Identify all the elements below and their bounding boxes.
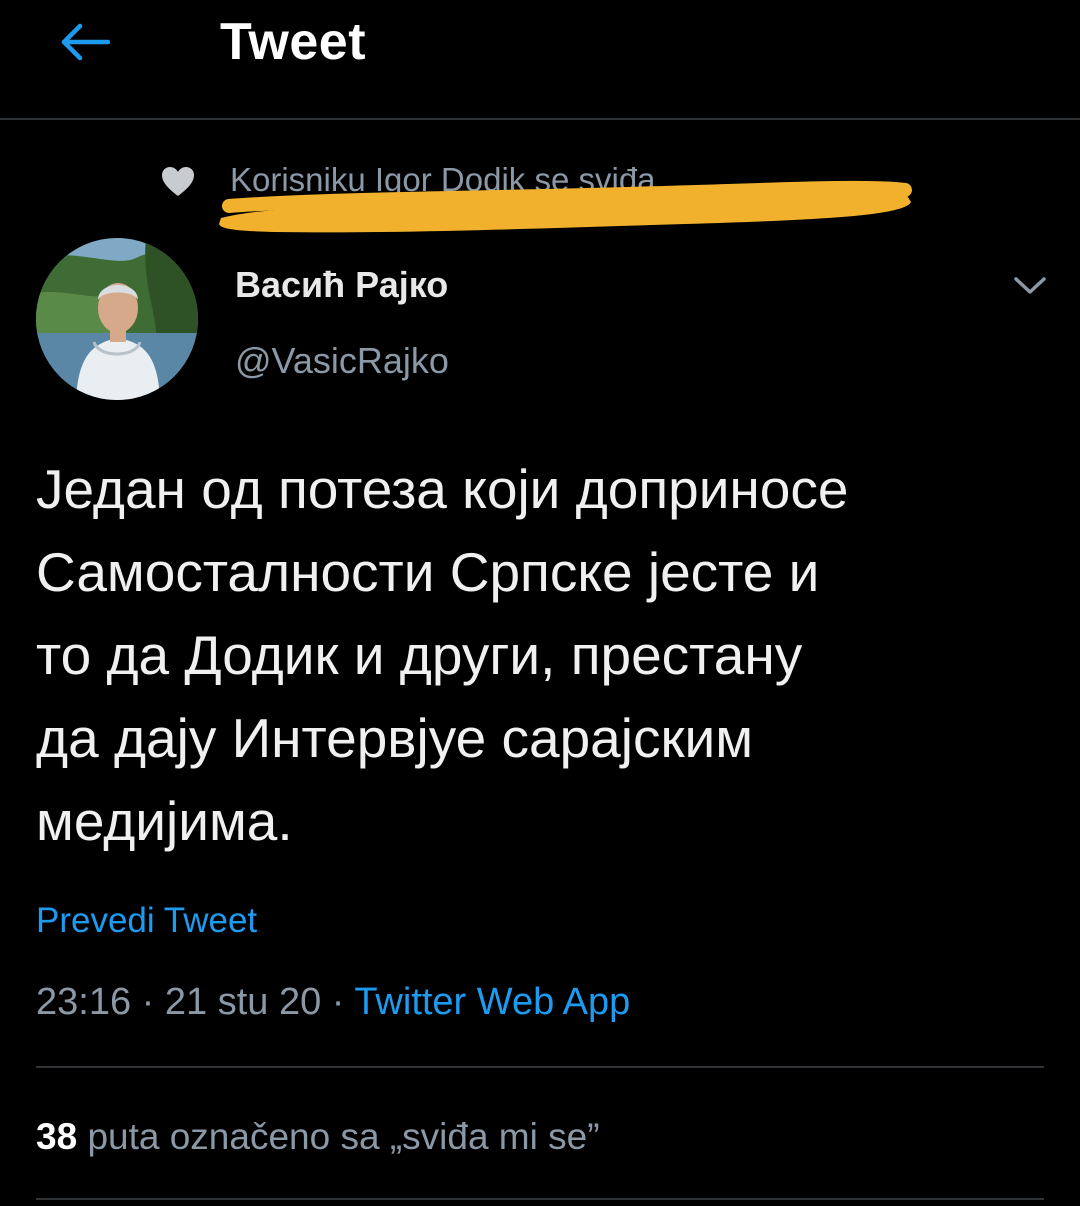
translate-tweet-link[interactable]: Prevedi Tweet — [36, 898, 257, 944]
tweet-text-line: то да Додик и други, престану — [36, 624, 803, 686]
tweet-text-line: Један од потеза који доприносе — [36, 458, 849, 520]
tweet-text-line: да дају Интервјуе сарајским — [36, 707, 754, 769]
likes-label: puta označeno sa „sviđa mi se” — [87, 1116, 600, 1157]
back-button[interactable] — [52, 12, 116, 72]
meta-separator: · — [331, 981, 345, 1023]
top-bar: Tweet — [0, 0, 1080, 120]
likes-summary[interactable]: 38 puta označeno sa „sviđa mi se” — [36, 1112, 600, 1162]
tweet-time: 23:16 — [36, 981, 132, 1023]
chevron-down-icon — [1014, 277, 1046, 294]
divider — [36, 1066, 1044, 1068]
arrow-left-icon — [61, 23, 110, 61]
tweet-source-link[interactable]: Twitter Web App — [354, 981, 630, 1023]
tweet-metadata: 23:16 · 21 stu 20 · Twitter Web App — [36, 976, 630, 1028]
social-context[interactable]: Korisniku Igor Dodik se sviđa — [160, 158, 960, 206]
tweet-text-line: медијима. — [36, 790, 293, 852]
author-display-name[interactable]: Васић Рајко — [235, 262, 448, 308]
more-options-button[interactable] — [1008, 266, 1052, 306]
divider — [36, 1198, 1044, 1200]
social-context-text: Korisniku Igor Dodik se sviđa — [230, 161, 656, 198]
avatar-photo — [36, 238, 198, 400]
likes-count: 38 — [36, 1116, 78, 1157]
page-title: Tweet — [220, 13, 367, 71]
author-avatar[interactable] — [36, 238, 198, 400]
tweet-date: 21 stu 20 — [164, 981, 322, 1023]
heart-icon — [162, 167, 194, 196]
tweet-text-line: Самосталности Српске јесте и — [36, 541, 820, 603]
meta-separator: · — [141, 981, 155, 1023]
author-handle: @VasicRajko — [235, 340, 449, 381]
tweet-text: Један од потеза који доприносе Самосталн… — [36, 448, 1046, 863]
